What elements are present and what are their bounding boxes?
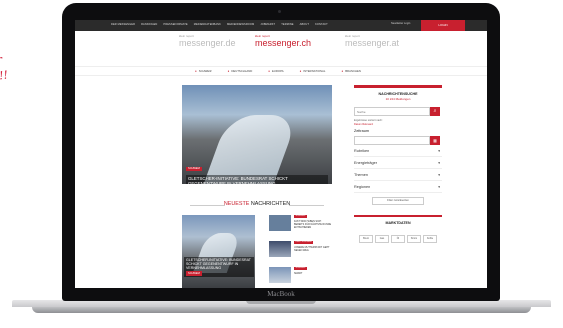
newest-title-word2: NACHRICHTEN [250, 201, 291, 207]
search-input[interactable] [354, 107, 430, 116]
handwriting-line-2: !! [0, 68, 9, 83]
browser-screen: DER MESSENGER RANKINGEN PRESSEFORMATE ME… [75, 20, 487, 288]
top-nav-item[interactable]: JOBMARKT [260, 23, 275, 26]
sidebar-accent [354, 85, 442, 88]
market-accent [354, 215, 442, 217]
sidebar: NACHRICHTENSUCHE 10 244 Meldungen ⌕ Erge… [354, 85, 442, 243]
top-nav-item[interactable]: RANKINGEN [141, 23, 157, 26]
side-news-list: SCHWEIZ FAST 5000 HABEN SICH BEREITS FÜR… [269, 215, 333, 288]
filter-themen[interactable]: Themen ▾ [354, 171, 442, 181]
hero-caption: SCHWEIZ GLETSCHER-INITIATIVE: BUNDESRAT … [186, 156, 328, 184]
card-main-tag: SCHWEIZ [186, 271, 202, 277]
section-nav-item[interactable]: INTERNATIONAL [300, 69, 325, 73]
chevron-down-icon: ▾ [438, 161, 440, 165]
sidebar-title: NACHRICHTENSUCHE [378, 92, 418, 96]
main-news-card[interactable]: GLETSCHER-INITIATIVE: BUNDESRAT SCHICKT … [182, 215, 255, 288]
filter-label: Regionen [354, 185, 371, 189]
chevron-down-icon: ▾ [438, 173, 440, 177]
date-label: Zeitraum [354, 129, 369, 133]
sort-options[interactable]: Datum Relevanz [354, 123, 442, 126]
sidebar-count: 10 244 Meldungen [385, 97, 411, 101]
top-nav: DER MESSENGER RANKINGEN PRESSEFORMATE ME… [111, 23, 328, 26]
top-nav-item[interactable]: MEDIENNEWSROOM [227, 23, 254, 26]
handwriting-line-1: r [0, 53, 3, 67]
logo-at-big: messenger.at [345, 38, 400, 48]
search-icon: ⌕ [433, 108, 437, 114]
logo-row: klein report messenger.de klein report m… [75, 34, 487, 60]
hero-article[interactable]: SCHWEIZ GLETSCHER-INITIATIVE: BUNDESRAT … [182, 85, 332, 184]
logo-at[interactable]: klein report messenger.at [345, 34, 399, 48]
search-row: ⌕ [354, 107, 442, 116]
top-nav-item[interactable]: TERMINE [281, 23, 293, 26]
search-button[interactable]: ⌕ [430, 107, 440, 116]
chevron-down-icon: ▾ [438, 149, 440, 153]
market-title: MARKTDATEN [385, 221, 411, 225]
list-item[interactable]: SCHWEIZ FAST 5000 HABEN SICH BEREITS FÜR… [269, 215, 333, 237]
laptop-bezel: MacBook DER MESSENGER RANKINGEN PRESSEFO… [62, 3, 500, 301]
top-nav-item[interactable]: KONTAKT [315, 23, 328, 26]
newest-title: NEUESTE NACHRICHTEN [182, 201, 332, 207]
logo-de[interactable]: klein report messenger.de [179, 34, 236, 48]
filter-label: Rubriken [354, 149, 370, 153]
laptop-brand: MacBook [267, 290, 295, 298]
news-tag: SCHWEIZ [294, 215, 308, 218]
top-nav-item[interactable]: DER MESSENGER [111, 23, 135, 26]
news-thumbnail [269, 215, 291, 231]
newest-heading: NEUESTE NACHRICHTEN [182, 200, 332, 210]
calendar-icon: ▦ [433, 138, 437, 143]
sort-hint: Ergebnisse sortiert nach: [354, 119, 383, 122]
list-item[interactable]: SCHWEIZ SMART [269, 267, 333, 288]
market-tabs: Brent Gas Öl Strom Kohle [354, 235, 442, 243]
section-nav-items: SCHWEIZ DEUTSCHLAND EUROPA INTERNATIONAL… [195, 69, 361, 73]
section-nav-item[interactable]: SCHWEIZ [195, 69, 212, 73]
news-headline[interactable]: FAST 5000 HABEN SICH BEREITS FÜR NÄCHSTE… [294, 220, 332, 229]
date-row: ▦ [354, 136, 442, 145]
section-nav-item[interactable]: EUROPA [268, 69, 284, 73]
reset-filter-button[interactable]: Filter zurücksetzen [372, 197, 424, 205]
filter-energietraeger[interactable]: Energieträger ▾ [354, 159, 442, 169]
logo-ch[interactable]: klein report messenger.ch [255, 34, 311, 48]
logo-ch-big: messenger.ch [255, 38, 312, 48]
handwriting-note: r !! [0, 52, 9, 85]
filter-regionen[interactable]: Regionen ▾ [354, 183, 442, 193]
news-headline[interactable]: UNSERE MUTTERSTADT GEHT NEUEN WEG [294, 246, 332, 252]
news-thumbnail [269, 267, 291, 283]
news-tag: DEUTSCHLAND [294, 241, 314, 244]
logo-de-big: messenger.de [179, 38, 236, 48]
card-main-title[interactable]: GLETSCHER-INITIATIVE: BUNDESRAT SCHICKT … [186, 258, 251, 270]
camera-icon [278, 10, 281, 13]
news-headline[interactable]: SMART [294, 272, 332, 275]
top-nav-item[interactable]: ABOUT [300, 23, 309, 26]
market-tab[interactable]: Gas [375, 235, 389, 243]
market-tab[interactable]: Strom [407, 235, 421, 243]
top-nav-item[interactable]: PRESSEFORMATE [163, 23, 187, 26]
calendar-button[interactable]: ▦ [430, 136, 440, 145]
date-field[interactable] [354, 136, 430, 145]
list-item[interactable]: DEUTSCHLAND UNSERE MUTTERSTADT GEHT NEUE… [269, 241, 333, 263]
filter-label: Themen [354, 173, 368, 177]
login-button[interactable]: LOGIN [421, 20, 465, 31]
filter-rubriken[interactable]: Rubriken ▾ [354, 147, 442, 157]
card-main-caption: GLETSCHER-INITIATIVE: BUNDESRAT SCHICKT … [184, 257, 254, 278]
section-nav-item[interactable]: DEUTSCHLAND [228, 69, 252, 73]
laptop-base-bottom [32, 307, 531, 313]
news-thumbnail [269, 241, 291, 257]
market-tab[interactable]: Kohle [423, 235, 437, 243]
market-tab[interactable]: Brent [359, 235, 373, 243]
top-nav-item[interactable]: MEDIENDATENBANK [194, 23, 221, 26]
news-tag: SCHWEIZ [294, 267, 308, 270]
section-nav: SCHWEIZ DEUTSCHLAND EUROPA INTERNATIONAL… [75, 66, 487, 76]
laptop-base [0, 300, 563, 316]
section-nav-item[interactable]: BRANCHEN [341, 69, 361, 73]
top-bar: DER MESSENGER RANKINGEN PRESSEFORMATE ME… [75, 20, 487, 31]
chevron-down-icon: ▾ [438, 185, 440, 189]
filter-label: Energieträger [354, 161, 378, 165]
market-tab[interactable]: Öl [391, 235, 405, 243]
hero-title[interactable]: GLETSCHER-INITIATIVE: BUNDESRAT SCHICKT … [186, 175, 328, 184]
newest-title-word1: NEUESTE [223, 201, 250, 207]
hero-tag: SCHWEIZ [186, 166, 202, 171]
newsletter-link[interactable]: Newsletter Login [391, 22, 410, 25]
